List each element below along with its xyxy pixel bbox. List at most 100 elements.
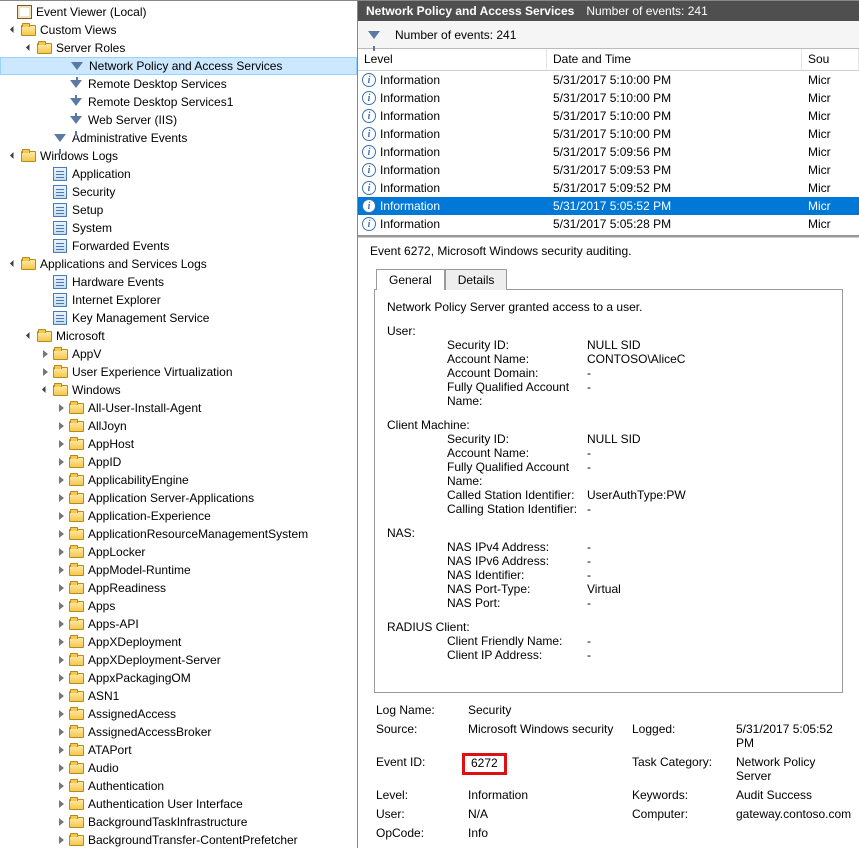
table-row[interactable]: iInformation5/31/2017 5:10:00 PMMicr <box>358 89 859 107</box>
tree-label: AssignedAccess <box>87 707 176 721</box>
tree-win-4[interactable]: ApplicabilityEngine <box>0 471 357 489</box>
tree-iis[interactable]: Web Server (IIS) <box>0 111 357 129</box>
tree-pane[interactable]: Event Viewer (Local)Custom ViewsServer R… <box>0 1 358 848</box>
tree-appv[interactable]: AppV <box>0 345 357 363</box>
tree-win-20[interactable]: Audio <box>0 759 357 777</box>
twisty-icon[interactable] <box>54 602 68 610</box>
tree-custom-views[interactable]: Custom Views <box>0 21 357 39</box>
tree-win-3[interactable]: AppID <box>0 453 357 471</box>
twisty-icon[interactable] <box>54 782 68 790</box>
tree-win-13[interactable]: AppXDeployment <box>0 633 357 651</box>
twisty-icon[interactable] <box>54 620 68 628</box>
event-rows[interactable]: iInformation5/31/2017 5:10:00 PMMicriInf… <box>358 71 859 235</box>
tab-details[interactable]: Details <box>445 269 508 290</box>
tree-win-23[interactable]: BackgroundTaskInfrastructure <box>0 813 357 831</box>
twisty-icon[interactable] <box>54 710 68 718</box>
col-date[interactable]: Date and Time <box>547 49 802 70</box>
twisty-icon[interactable] <box>54 800 68 808</box>
tree-npas[interactable]: Network Policy and Access Services <box>0 57 357 75</box>
twisty-icon[interactable] <box>6 263 20 266</box>
col-source[interactable]: Sou <box>802 49 859 70</box>
tree-asl1[interactable]: Hardware Events <box>0 273 357 291</box>
tree-win-18[interactable]: AssignedAccessBroker <box>0 723 357 741</box>
twisty-icon[interactable] <box>54 764 68 772</box>
twisty-icon[interactable] <box>6 29 20 32</box>
tree-win-9[interactable]: AppModel-Runtime <box>0 561 357 579</box>
twisty-icon[interactable] <box>54 746 68 754</box>
twisty-icon[interactable] <box>54 494 68 502</box>
table-row[interactable]: iInformation5/31/2017 5:05:52 PMMicr <box>358 197 859 215</box>
table-row[interactable]: iInformation5/31/2017 5:05:28 PMMicr <box>358 215 859 233</box>
tree-win-10[interactable]: AppReadiness <box>0 579 357 597</box>
tree-win-11[interactable]: Apps <box>0 597 357 615</box>
tree-rds[interactable]: Remote Desktop Services <box>0 75 357 93</box>
table-row[interactable]: iInformation5/31/2017 5:09:53 PMMicr <box>358 161 859 179</box>
tree-uev[interactable]: User Experience Virtualization <box>0 363 357 381</box>
col-level[interactable]: Level <box>358 49 547 70</box>
tree-asl[interactable]: Applications and Services Logs <box>0 255 357 273</box>
twisty-icon[interactable] <box>54 440 68 448</box>
twisty-icon[interactable] <box>38 389 52 392</box>
tree-win-14[interactable]: AppXDeployment-Server <box>0 651 357 669</box>
twisty-icon[interactable] <box>54 674 68 682</box>
twisty-icon[interactable] <box>54 548 68 556</box>
tree-win-21[interactable]: Authentication <box>0 777 357 795</box>
tree-win-16[interactable]: ASN1 <box>0 687 357 705</box>
twisty-icon[interactable] <box>54 458 68 466</box>
table-row[interactable]: iInformation5/31/2017 5:09:52 PMMicr <box>358 179 859 197</box>
twisty-icon[interactable] <box>54 728 68 736</box>
tree-win-2[interactable]: AppHost <box>0 435 357 453</box>
twisty-icon[interactable] <box>54 404 68 412</box>
tree-win-15[interactable]: AppxPackagingOM <box>0 669 357 687</box>
tree-win-24[interactable]: BackgroundTransfer-ContentPrefetcher <box>0 831 357 848</box>
twisty-icon[interactable] <box>54 512 68 520</box>
twisty-icon[interactable] <box>38 350 52 358</box>
tree-windows[interactable]: Windows <box>0 381 357 399</box>
tree-win-12[interactable]: Apps-API <box>0 615 357 633</box>
tree-win-19[interactable]: ATAPort <box>0 741 357 759</box>
twisty-icon[interactable] <box>54 566 68 574</box>
event-header[interactable]: Level Date and Time Sou <box>358 49 859 71</box>
twisty-icon[interactable] <box>54 818 68 826</box>
twisty-icon[interactable] <box>54 692 68 700</box>
tree-wl1[interactable]: Application <box>0 165 357 183</box>
tree-asl3[interactable]: Key Management Service <box>0 309 357 327</box>
twisty-icon[interactable] <box>54 530 68 538</box>
twisty-icon[interactable] <box>54 836 68 844</box>
tree-wl3[interactable]: Setup <box>0 201 357 219</box>
tree-server-roles[interactable]: Server Roles <box>0 39 357 57</box>
tree-root[interactable]: Event Viewer (Local) <box>0 3 357 21</box>
tree-win-6[interactable]: Application-Experience <box>0 507 357 525</box>
table-row[interactable]: iInformation5/31/2017 5:10:00 PMMicr <box>358 71 859 89</box>
tree-win-5[interactable]: Application Server-Applications <box>0 489 357 507</box>
tab-general[interactable]: General <box>376 269 445 290</box>
tree-asl2[interactable]: Internet Explorer <box>0 291 357 309</box>
twisty-icon[interactable] <box>22 335 36 338</box>
tree-wl4[interactable]: System <box>0 219 357 237</box>
twisty-icon[interactable] <box>6 155 20 158</box>
tree-win-1[interactable]: AllJoyn <box>0 417 357 435</box>
tree-microsoft[interactable]: Microsoft <box>0 327 357 345</box>
detail-body[interactable]: Network Policy Server granted access to … <box>374 289 843 693</box>
tree-win-22[interactable]: Authentication User Interface <box>0 795 357 813</box>
table-row[interactable]: iInformation5/31/2017 5:09:56 PMMicr <box>358 143 859 161</box>
tree-admin-events[interactable]: Administrative Events <box>0 129 357 147</box>
tree-rds1[interactable]: Remote Desktop Services1 <box>0 93 357 111</box>
tree-wl5[interactable]: Forwarded Events <box>0 237 357 255</box>
twisty-icon[interactable] <box>54 422 68 430</box>
twisty-icon[interactable] <box>54 584 68 592</box>
twisty-icon[interactable] <box>54 638 68 646</box>
twisty-icon[interactable] <box>22 47 36 50</box>
meta-keyw-v: Audit Success <box>736 788 853 802</box>
twisty-icon[interactable] <box>54 656 68 664</box>
tree-win-8[interactable]: AppLocker <box>0 543 357 561</box>
tree-wl2[interactable]: Security <box>0 183 357 201</box>
tree-win-17[interactable]: AssignedAccess <box>0 705 357 723</box>
twisty-icon[interactable] <box>54 476 68 484</box>
table-row[interactable]: iInformation5/31/2017 5:10:00 PMMicr <box>358 125 859 143</box>
tree-win-0[interactable]: All-User-Install-Agent <box>0 399 357 417</box>
tree-win-7[interactable]: ApplicationResourceManagementSystem <box>0 525 357 543</box>
twisty-icon[interactable] <box>38 368 52 376</box>
tree-windows-logs[interactable]: Windows Logs <box>0 147 357 165</box>
table-row[interactable]: iInformation5/31/2017 5:10:00 PMMicr <box>358 107 859 125</box>
